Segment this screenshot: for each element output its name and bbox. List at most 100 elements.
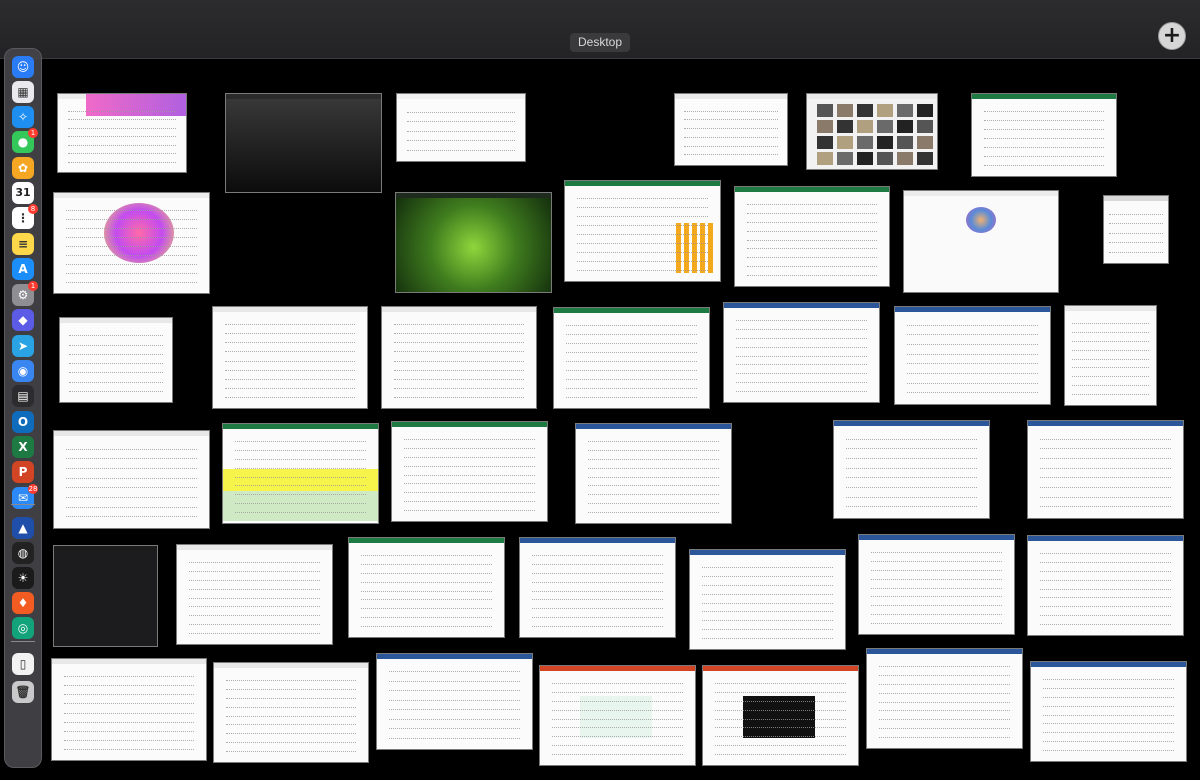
dock-app-store-icon[interactable]: A [12,258,34,280]
window-thumbnail-icloud[interactable] [903,190,1059,293]
window-thumbnail-word[interactable] [689,549,846,650]
dock-screen-app-icon[interactable]: ◎ [12,617,34,639]
content-line [846,448,977,450]
desktop-space-thumbnail[interactable]: Desktop [570,33,630,52]
content-line [225,396,355,398]
dock-colorui-icon[interactable]: ◍ [12,542,34,564]
window-thumbnail-word[interactable] [376,653,533,750]
content-line [235,503,366,505]
add-desktop-button[interactable]: + [1158,22,1186,50]
content-line [588,467,719,469]
window-thumbnail-text[interactable] [1064,305,1157,406]
content-line [715,691,846,693]
content-line [736,337,867,339]
content-line [846,496,977,498]
dock-mail-icon[interactable]: ✉ 28 [12,484,38,509]
window-thumbnail-ppt[interactable] [539,665,696,766]
window-thumbnail-excel[interactable] [348,537,505,638]
content-line [747,275,877,277]
content-line [566,334,697,335]
window-thumbnail-word[interactable] [858,534,1015,635]
content-line [66,264,197,265]
dock-safari-icon[interactable]: ✧ [12,106,34,128]
window-thumbnail-word[interactable] [833,420,990,519]
window-thumbnail-excel[interactable] [222,423,379,524]
dock-finder-icon[interactable]: ☺ [12,56,34,78]
dock-outlook-icon[interactable]: O [12,411,34,433]
photo-tile [817,152,833,165]
content-line [404,501,535,503]
content-line [66,468,197,469]
notification-badge: 28 [28,484,38,494]
dock-document-icon[interactable]: ▯ [12,653,34,675]
window-thumbnail-excel[interactable] [971,93,1117,177]
finder-glyph: ☺ [16,60,30,74]
window-thumbnail-dark[interactable] [225,93,382,193]
content-line [715,736,846,738]
content-line [226,715,356,717]
dock-messages-icon[interactable]: ● 1 [12,128,38,153]
window-thumbnail-word[interactable] [1027,420,1184,519]
dock-telegram-icon[interactable]: ➤ [12,335,34,357]
dock-excel-icon[interactable]: X [12,436,34,458]
content-line [715,682,846,684]
dock-trash-icon[interactable]: 🗑 [12,681,34,703]
window-thumbnail-text[interactable] [176,544,333,645]
dock-calculator-icon[interactable]: ▤ [12,385,34,407]
dock-notes-icon[interactable]: ≡ [12,233,34,255]
window-thumbnail-dark[interactable] [395,192,552,293]
window-thumbnail-excel[interactable] [894,306,1051,405]
dock-photos-icon[interactable]: ✿ [12,157,34,179]
dock-sunlight-icon[interactable]: ☀ [12,567,34,589]
photo-tile [917,152,933,165]
content-line [1040,579,1171,581]
dock-launchpad-icon[interactable]: ▦ [12,81,34,103]
content-line [702,593,833,595]
window-thumbnail-chat[interactable] [51,658,207,761]
content-line [1072,349,1149,351]
content-line [1043,732,1174,734]
window-thumbnail-photos[interactable] [806,93,938,170]
dock-system-settings-icon[interactable]: ⚙ 1 [12,281,38,306]
window-thumbnail-text[interactable] [381,306,537,409]
window-thumbnail-word[interactable] [866,648,1023,749]
window-thumbnail-browser[interactable] [57,93,187,173]
window-thumbnail-word[interactable] [1030,661,1187,762]
window-thumbnail-notes[interactable] [396,93,526,162]
content-line [1109,223,1163,224]
window-thumbnail-text[interactable] [674,93,788,166]
content-line [532,581,663,583]
content-line [394,351,524,353]
content-line [407,111,515,113]
window-thumbnail-word[interactable] [575,423,732,524]
dock-finder-alt-icon[interactable]: ◉ [12,360,34,382]
content-line [225,369,355,371]
window-thumbnail-word[interactable] [519,537,676,638]
window-thumbnail-ppt[interactable] [702,665,859,766]
content-line [68,136,176,137]
window-thumbnail-word[interactable] [723,302,880,403]
content-line [588,494,719,496]
dock-powerpoint-icon[interactable]: P [12,461,34,483]
window-thumbnail-word[interactable] [212,306,368,409]
window-thumbnail-excel[interactable] [564,180,721,282]
dock-affinity-icon[interactable]: ▲ [12,517,34,539]
content-line [747,212,877,214]
window-thumbnail-browser[interactable] [53,192,210,294]
window-thumbnail-excel[interactable] [553,307,710,409]
window-thumbnail-text[interactable] [213,662,369,763]
window-thumbnail-dark[interactable] [53,545,158,647]
window-thumbnail-word[interactable] [1027,535,1184,636]
content-line [394,342,524,344]
window-thumbnail-text[interactable] [59,317,173,403]
dock-calendar-icon[interactable]: 31 [12,182,34,204]
dock-brave-icon[interactable]: ♦ [12,592,34,614]
content-line [226,751,356,753]
window-thumbnail-excel[interactable] [391,421,548,522]
dock-reminders-icon[interactable]: ⋮ 8 [12,204,38,229]
window-thumbnail-text[interactable] [53,430,210,529]
window-thumbnail-dialog[interactable] [1103,195,1169,264]
dock-shortcuts-icon[interactable]: ◆ [12,309,34,331]
content-line [1040,477,1171,479]
window-thumbnail-excel[interactable] [734,186,890,287]
